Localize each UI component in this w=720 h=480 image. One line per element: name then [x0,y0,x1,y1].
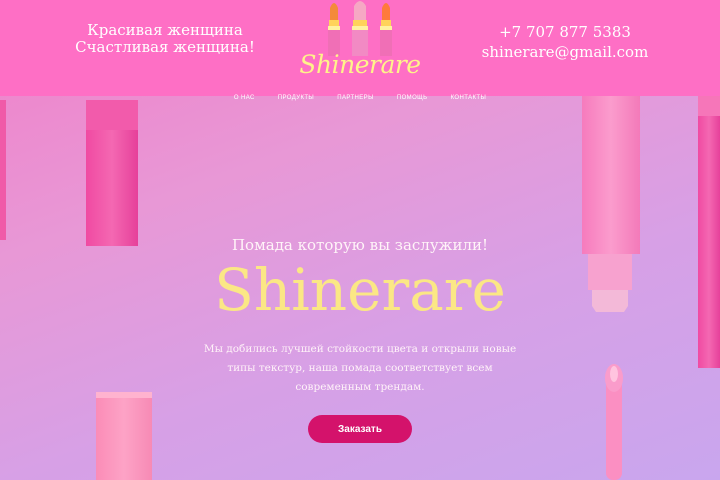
hero-brand-title: Shinerare [214,256,506,324]
header-tagline: Красивая женщина Счастливая женщина! [0,22,330,56]
nav-item-contacts[interactable]: КОНТАКТЫ [451,95,487,101]
tagline-line-2: Счастливая женщина! [75,38,255,56]
landing-page: Красивая женщина Счастливая женщина! Shi… [0,0,720,480]
email-address[interactable]: shinerare@gmail.com [410,42,720,62]
phone-number[interactable]: +7 707 877 5383 [410,22,720,42]
nav-item-products[interactable]: ПРОДУКТЫ [278,95,314,101]
order-button[interactable]: Заказать [308,415,412,443]
site-header: Красивая женщина Счастливая женщина! Shi… [0,0,720,101]
nav-item-partners[interactable]: ПАРТНЕРЫ [337,95,374,101]
hero-section: Помада которую вы заслужили! Shinerare М… [0,236,720,443]
nav-item-about[interactable]: О НАС [234,95,255,101]
nav-item-help[interactable]: ПОМОЩЬ [397,95,428,101]
header-contacts: +7 707 877 5383 shinerare@gmail.com [410,22,720,62]
tagline-line-1: Красивая женщина [87,21,243,39]
hero-description: Мы добились лучшей стойкости цвета и отк… [203,343,517,393]
logo-text: Shinerare [299,50,421,79]
site-logo[interactable]: Shinerare [298,0,422,84]
hero-subtitle: Помада которую вы заслужили! [231,236,489,254]
main-nav: О НАС ПРОДУКТЫ ПАРТНЕРЫ ПОМОЩЬ КОНТАКТЫ [0,84,720,103]
